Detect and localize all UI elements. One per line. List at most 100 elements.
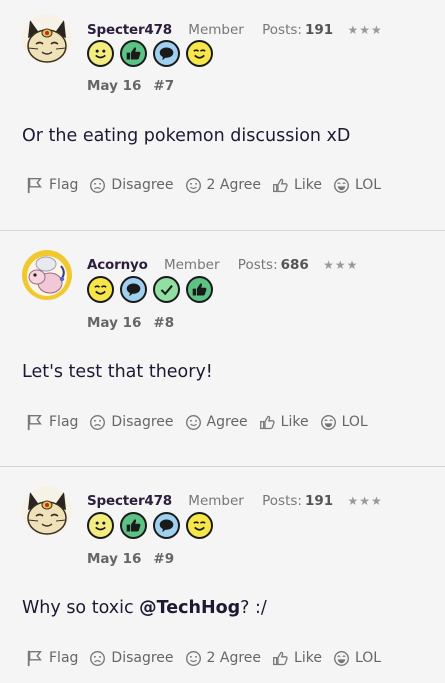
disagree-button[interactable]: Disagree: [89, 177, 174, 194]
speech-bubble-icon[interactable]: [153, 512, 180, 539]
flag-icon: [27, 414, 42, 431]
rank-stars: ★★★: [347, 23, 383, 37]
agree-button[interactable]: 2 Agree: [185, 650, 262, 667]
like-button[interactable]: Like: [272, 177, 322, 194]
username-link[interactable]: Specter478: [87, 22, 172, 38]
message-text: Or the eating pokemon discussion xD: [22, 126, 351, 146]
post-meta: Acornyo Member Posts: 686 ★★★: [87, 255, 358, 275]
flag-label: Flag: [49, 177, 79, 193]
rank-stars: ★★★: [323, 258, 359, 272]
post: Specter478 Member Posts: 191 ★★★ May 16 #7…: [0, 0, 445, 231]
user-avatar[interactable]: [22, 250, 72, 300]
trophy-badges: [87, 512, 213, 539]
post-actions: Flag Disagree 2 Agree Like LOL: [26, 649, 392, 667]
lol-button[interactable]: LOL: [333, 177, 381, 194]
thumbs-up-outline-icon: [259, 415, 275, 429]
user-mention-link[interactable]: @TechHog: [139, 598, 240, 618]
lol-label: LOL: [354, 650, 382, 666]
post-date[interactable]: May 16: [87, 551, 141, 567]
like-button[interactable]: Like: [272, 650, 322, 667]
wink-icon[interactable]: [87, 276, 114, 303]
rank-stars: ★★★: [347, 494, 383, 508]
post-date[interactable]: May 16: [87, 78, 141, 94]
post-actions: Flag Disagree Agree Like LOL: [26, 413, 379, 431]
sad-face-icon: [90, 414, 106, 430]
disagree-label: Disagree: [111, 177, 174, 193]
speech-bubble-icon[interactable]: [153, 40, 180, 67]
lol-label: LOL: [354, 177, 382, 193]
thumbs-up-icon[interactable]: [186, 276, 213, 303]
user-avatar[interactable]: [22, 14, 72, 64]
sad-face-icon: [90, 177, 106, 193]
flag-icon: [27, 650, 42, 667]
message-text: Why so toxic: [22, 598, 140, 618]
post: Specter478 Member Posts: 191 ★★★ May 16 #9…: [0, 467, 445, 683]
user-avatar[interactable]: [22, 486, 72, 536]
happy-face-icon: [185, 414, 201, 430]
user-role: Member: [188, 22, 244, 38]
flag-button[interactable]: Flag: [26, 413, 78, 431]
laugh-face-icon: [333, 177, 349, 193]
meowth-avatar-icon: [22, 486, 72, 536]
agree-label: Agree: [206, 414, 248, 430]
speech-bubble-icon[interactable]: [120, 276, 147, 303]
like-label: Like: [294, 177, 322, 193]
message-text: Let's test that theory!: [22, 362, 213, 382]
agree-button[interactable]: 2 Agree: [185, 177, 261, 194]
post-dateline: May 16 #9: [87, 551, 174, 567]
agree-label: 2 Agree: [206, 650, 262, 666]
agree-button[interactable]: Agree: [185, 414, 248, 431]
post-message: Let's test that theory!: [22, 362, 213, 382]
user-role: Member: [188, 493, 244, 509]
sad-face-icon: [90, 650, 106, 666]
post-permalink[interactable]: #8: [153, 315, 174, 331]
posts-count: 686: [280, 257, 309, 273]
posts-label: Posts:: [262, 493, 302, 509]
lol-button[interactable]: LOL: [333, 650, 381, 667]
meowth-avatar-icon: [22, 14, 72, 64]
trophy-badges: [87, 40, 213, 67]
happy-face-icon: [185, 177, 201, 193]
flag-label: Flag: [49, 650, 79, 666]
thumbs-up-outline-icon: [273, 651, 288, 665]
flag-button[interactable]: Flag: [26, 649, 78, 667]
user-role: Member: [163, 257, 220, 273]
posts-count: 191: [304, 22, 334, 38]
wink-icon[interactable]: [186, 512, 213, 539]
disagree-label: Disagree: [111, 650, 174, 666]
post-meta: Specter478 Member Posts: 191 ★★★: [87, 20, 383, 40]
disagree-button[interactable]: Disagree: [89, 650, 174, 667]
thumbs-up-icon[interactable]: [120, 40, 147, 67]
posts-count: 191: [304, 493, 334, 509]
flag-button[interactable]: Flag: [26, 176, 78, 194]
post-meta: Specter478 Member Posts: 191 ★★★: [87, 491, 383, 511]
like-button[interactable]: Like: [259, 414, 309, 431]
disagree-button[interactable]: Disagree: [89, 414, 174, 431]
thumbs-up-icon[interactable]: [120, 512, 147, 539]
thumbs-up-outline-icon: [273, 178, 288, 192]
post-dateline: May 16 #8: [87, 315, 174, 331]
flag-icon: [27, 177, 42, 194]
smile-icon[interactable]: [87, 512, 114, 539]
trophy-badges: [87, 276, 213, 303]
smile-icon[interactable]: [87, 40, 114, 67]
laugh-face-icon: [333, 650, 349, 666]
disagree-label: Disagree: [111, 414, 174, 430]
like-label: Like: [294, 650, 322, 666]
message-suffix: ? :/: [240, 598, 267, 618]
post-message: Or the eating pokemon discussion xD: [22, 126, 350, 146]
flaaffy-avatar-icon: [22, 250, 72, 300]
posts-label: Posts:: [237, 257, 278, 273]
username-link[interactable]: Acornyo: [87, 257, 148, 273]
check-icon[interactable]: [153, 276, 180, 303]
post-permalink[interactable]: #9: [153, 551, 174, 567]
happy-face-icon: [185, 650, 201, 666]
post: Acornyo Member Posts: 686 ★★★ May 16 #8 Le…: [0, 231, 445, 467]
lol-button[interactable]: LOL: [320, 414, 368, 431]
flag-label: Flag: [49, 414, 79, 430]
post-permalink[interactable]: #7: [153, 78, 174, 94]
post-message: Why so toxic @TechHog? :/: [22, 598, 267, 618]
username-link[interactable]: Specter478: [87, 493, 172, 509]
post-date[interactable]: May 16: [87, 315, 141, 331]
wink-icon[interactable]: [186, 40, 213, 67]
